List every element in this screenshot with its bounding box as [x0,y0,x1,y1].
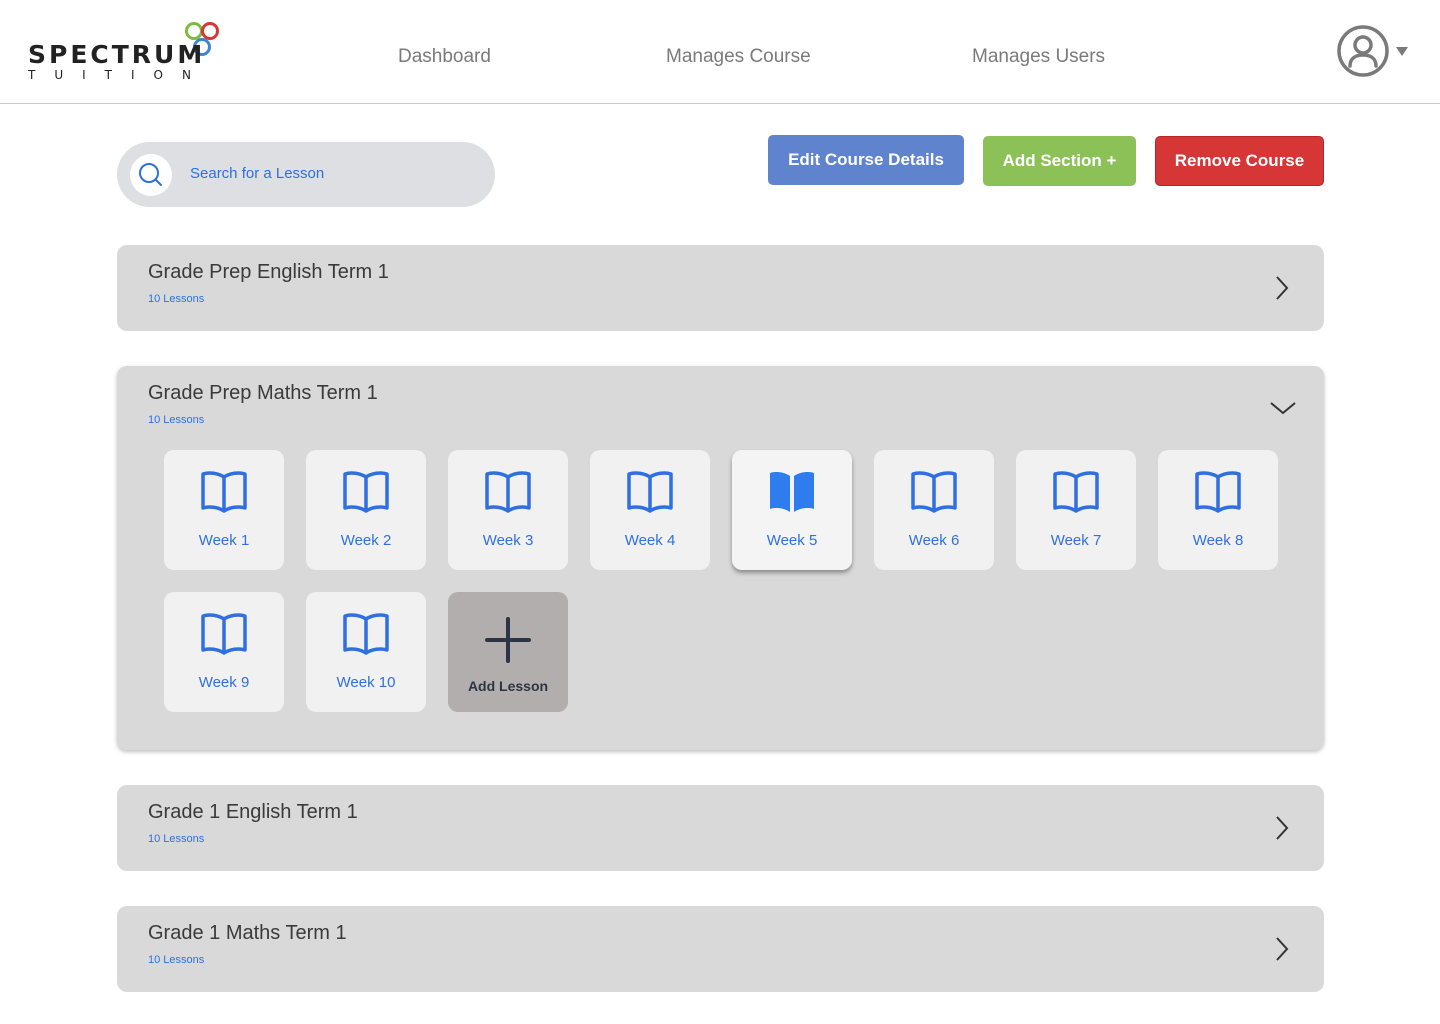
nav-dashboard[interactable]: Dashboard [398,46,491,68]
section-title: Grade 1 English Term 1 [148,801,358,823]
lesson-tile[interactable]: Week 3 [448,450,568,570]
edit-course-details-button[interactable]: Edit Course Details [768,135,964,185]
add-section-button[interactable]: Add Section + [983,136,1136,186]
lesson-tile[interactable]: Week 10 [306,592,426,712]
book-icon [343,471,389,513]
lesson-tile[interactable]: Week 6 [874,450,994,570]
lesson-search-input[interactable]: Search for a Lesson [117,142,495,207]
book-icon [1195,471,1241,513]
lesson-label: Week 6 [908,532,960,549]
spectrum-logo[interactable]: SPECTRUM TUITION [28,20,228,84]
book-icon [485,471,531,513]
remove-course-button[interactable]: Remove Course [1155,136,1324,186]
lesson-tile[interactable]: Week 1 [164,450,284,570]
book-icon [343,613,389,655]
avatar-dropdown-caret-icon[interactable] [1396,47,1408,56]
book-icon [911,471,957,513]
section-title: Grade Prep Maths Term 1 [148,382,378,404]
lesson-label: Week 8 [1192,532,1244,549]
lesson-label: Week 9 [198,674,250,691]
lesson-tile[interactable]: Week 4 [590,450,710,570]
lesson-label: Week 4 [624,532,676,549]
nav-manage-course[interactable]: Manages Course [666,46,811,68]
book-icon [627,471,673,513]
section-lesson-count: 10 Lessons [148,833,205,845]
section-title: Grade 1 Maths Term 1 [148,922,347,944]
top-bar: SPECTRUM TUITION Dashboard Manages Cours… [0,0,1440,104]
section-lesson-count: 10 Lessons [148,293,205,305]
plus-icon [485,617,531,663]
section-lesson-count: 10 Lessons [148,954,205,966]
add-lesson-button[interactable]: Add Lesson [448,592,568,712]
search-placeholder: Search for a Lesson [190,165,325,182]
book-filled-icon [770,472,814,512]
lesson-tile[interactable]: Week 8 [1158,450,1278,570]
lesson-label: Week 10 [336,674,396,691]
search-icon [139,163,162,186]
nav-manage-users[interactable]: Manages Users [972,46,1105,68]
course-section[interactable]: Grade 1 English Term 1 10 Lessons [117,785,1324,871]
lesson-label: Week 7 [1050,532,1102,549]
user-avatar-icon[interactable] [1336,24,1390,78]
book-icon [1053,471,1099,513]
search-icon-container [130,154,172,196]
book-icon [201,613,247,655]
book-icon [201,471,247,513]
logo-tagline: TUITION [28,68,210,82]
lesson-label: Week 2 [340,532,392,549]
lesson-tile-selected[interactable]: Week 5 [732,450,852,570]
logo-wordmark: SPECTRUM [28,40,206,69]
lesson-label: Week 5 [766,532,818,549]
add-lesson-label: Add Lesson [467,678,549,694]
lesson-label: Week 1 [198,532,250,549]
course-section-expanded[interactable]: Grade Prep Maths Term 1 10 Lessons Week … [117,366,1324,750]
chevron-right-icon[interactable] [1274,936,1290,962]
chevron-right-icon[interactable] [1274,815,1290,841]
chevron-right-icon[interactable] [1274,275,1290,301]
lesson-label: Week 3 [482,532,534,549]
course-section[interactable]: Grade Prep English Term 1 10 Lessons [117,245,1324,331]
course-section[interactable]: Grade 1 Maths Term 1 10 Lessons [117,906,1324,992]
section-title: Grade Prep English Term 1 [148,261,389,283]
lesson-tile[interactable]: Week 2 [306,450,426,570]
lesson-tile[interactable]: Week 9 [164,592,284,712]
section-lesson-count: 10 Lessons [148,414,205,426]
chevron-down-icon[interactable] [1269,400,1297,416]
lesson-tile[interactable]: Week 7 [1016,450,1136,570]
